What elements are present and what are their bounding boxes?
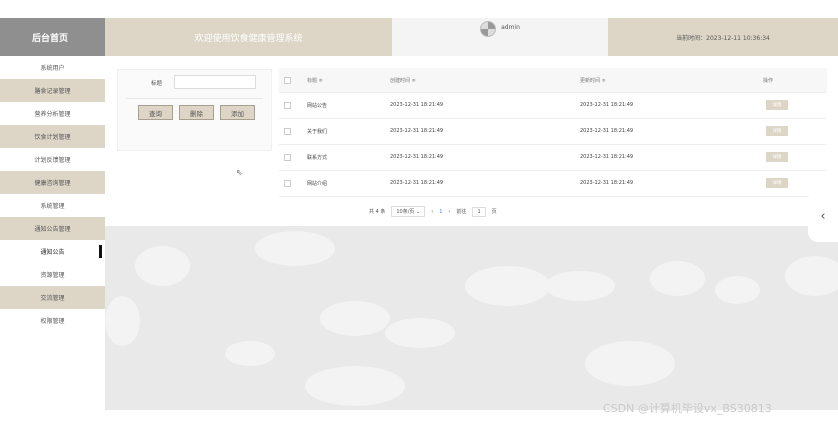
- detail-button[interactable]: 详情: [766, 126, 788, 136]
- sidebar-item-nutrition-analysis[interactable]: 营养分析管理: [0, 102, 105, 125]
- table-row: 网站公告 2023-12-31 18:21:49 2023-12-31 18:2…: [279, 93, 827, 119]
- goto-page-input[interactable]: 1: [472, 206, 486, 217]
- bg-bubble: [465, 266, 550, 306]
- cell-updated: 2023-12-31 18:21:49: [580, 154, 634, 160]
- chevron-left-icon[interactable]: ‹: [808, 190, 838, 242]
- query-button[interactable]: 查询: [138, 105, 173, 120]
- notice-table: 标题 ≑ 创建时间 ≑ 更新时间 ≑ 操作 网站公告 2023-12-31 18…: [279, 68, 827, 197]
- total-count: 共 4 条: [369, 209, 386, 215]
- bg-bubble: [585, 341, 675, 386]
- prev-page-icon[interactable]: ‹: [431, 209, 433, 215]
- avatar[interactable]: [480, 21, 497, 37]
- detail-button[interactable]: 详情: [766, 100, 788, 110]
- welcome-banner: 欢迎使用饮食健康管理系统: [105, 18, 392, 56]
- row-checkbox[interactable]: [284, 102, 291, 109]
- goto-label: 前往: [456, 209, 467, 215]
- sidebar-item-notice-manage[interactable]: 通知公告管理: [0, 217, 105, 240]
- sidebar-item-health-consult[interactable]: 健康咨询管理: [0, 171, 105, 194]
- cell-title: 网站介绍: [307, 181, 328, 187]
- table-row: 联系方式 2023-12-31 18:21:49 2023-12-31 18:2…: [279, 145, 827, 171]
- bg-bubble: [320, 301, 390, 336]
- chevron-down-icon: ⌄: [416, 209, 421, 215]
- brand-title[interactable]: 后台首页: [0, 18, 105, 56]
- bg-bubble: [715, 276, 760, 304]
- watermark: CSDN @计算机毕设vx_BS30813: [603, 402, 772, 415]
- cell-updated: 2023-12-31 18:21:49: [580, 128, 634, 134]
- bg-bubble: [385, 318, 455, 348]
- row-checkbox[interactable]: [284, 180, 291, 187]
- cell-created: 2023-12-31 18:21:49: [390, 154, 444, 160]
- sidebar-item-resources[interactable]: 资源管理: [0, 263, 105, 286]
- select-all-checkbox[interactable]: [284, 77, 291, 84]
- next-page-icon[interactable]: ›: [448, 209, 450, 215]
- sidebar-item-permissions[interactable]: 权限管理: [0, 309, 105, 332]
- content-panel: 标题 查询 删除 添加 标题 ≑ 创建时间 ≑ 更新时间 ≑ 操作 网站公告 2…: [105, 56, 838, 226]
- cell-title: 关于我们: [307, 129, 328, 135]
- sidebar: 系统用户 膳食记录管理 营养分析管理 饮食计划管理 计划反馈管理 健康咨询管理 …: [0, 56, 105, 410]
- header-created[interactable]: 创建时间 ≑: [390, 77, 416, 84]
- bg-bubble: [545, 271, 615, 301]
- table-row: 关于我们 2023-12-31 18:21:49 2023-12-31 18:2…: [279, 119, 827, 145]
- bg-bubble: [105, 296, 140, 346]
- table-row: 网站介绍 2023-12-31 18:21:49 2023-12-31 18:2…: [279, 171, 827, 197]
- current-time: 当前时间：2023-12-11 10:36:34: [608, 18, 838, 56]
- bg-bubble: [305, 366, 405, 406]
- header-title[interactable]: 标题 ≑: [307, 77, 323, 84]
- row-checkbox[interactable]: [284, 154, 291, 161]
- sidebar-item-notice[interactable]: 通知公告: [0, 240, 105, 263]
- detail-button[interactable]: 详情: [766, 178, 788, 188]
- main-area: 标题 查询 删除 添加 标题 ≑ 创建时间 ≑ 更新时间 ≑ 操作 网站公告 2…: [105, 56, 838, 410]
- cell-updated: 2023-12-31 18:21:49: [580, 102, 634, 108]
- app-page: 后台首页 欢迎使用饮食健康管理系统 admin 当前时间：2023-12-11 …: [0, 0, 838, 423]
- user-menu[interactable]: admin: [392, 18, 608, 56]
- search-form: 标题 查询 删除 添加: [117, 69, 272, 151]
- bg-bubble: [225, 341, 275, 366]
- header-updated[interactable]: 更新时间 ≑: [580, 77, 606, 84]
- sidebar-item-system-users[interactable]: 系统用户: [0, 56, 105, 79]
- sidebar-item-diet-plans[interactable]: 饮食计划管理: [0, 125, 105, 148]
- bg-bubble: [650, 261, 705, 296]
- cell-created: 2023-12-31 18:21:49: [390, 128, 444, 134]
- active-marker: [99, 245, 102, 258]
- page-size-select[interactable]: 10条/页 ⌄: [391, 206, 426, 217]
- bg-bubble: [255, 231, 335, 266]
- cell-created: 2023-12-31 18:21:49: [390, 102, 444, 108]
- title-search-input[interactable]: [174, 75, 256, 89]
- cell-title: 网站公告: [307, 103, 328, 109]
- username[interactable]: admin: [501, 21, 520, 35]
- table-header: 标题 ≑ 创建时间 ≑ 更新时间 ≑ 操作: [279, 68, 827, 93]
- pagination: 共 4 条 10条/页 ⌄ ‹ 1 › 前往 1 页: [369, 206, 497, 217]
- header-action: 操作: [763, 78, 774, 84]
- cell-created: 2023-12-31 18:21:49: [390, 180, 444, 186]
- bg-bubble: [785, 256, 838, 296]
- page-unit: 页: [491, 209, 497, 215]
- sidebar-item-plan-feedback[interactable]: 计划反馈管理: [0, 148, 105, 171]
- row-checkbox[interactable]: [284, 128, 291, 135]
- title-label: 标题: [151, 81, 163, 87]
- delete-button[interactable]: 删除: [179, 105, 214, 120]
- detail-button[interactable]: 详情: [766, 152, 788, 162]
- divider: [126, 98, 263, 99]
- sidebar-item-meal-records[interactable]: 膳食记录管理: [0, 79, 105, 102]
- mouse-cursor-icon: ⇖: [236, 168, 243, 177]
- add-button[interactable]: 添加: [220, 105, 255, 120]
- page-number[interactable]: 1: [439, 209, 442, 215]
- cell-title: 联系方式: [307, 155, 328, 161]
- bg-bubble: [135, 246, 190, 286]
- sidebar-item-system-manage[interactable]: 系统管理: [0, 194, 105, 217]
- sidebar-item-communication[interactable]: 交流管理: [0, 286, 105, 309]
- cell-updated: 2023-12-31 18:21:49: [580, 180, 634, 186]
